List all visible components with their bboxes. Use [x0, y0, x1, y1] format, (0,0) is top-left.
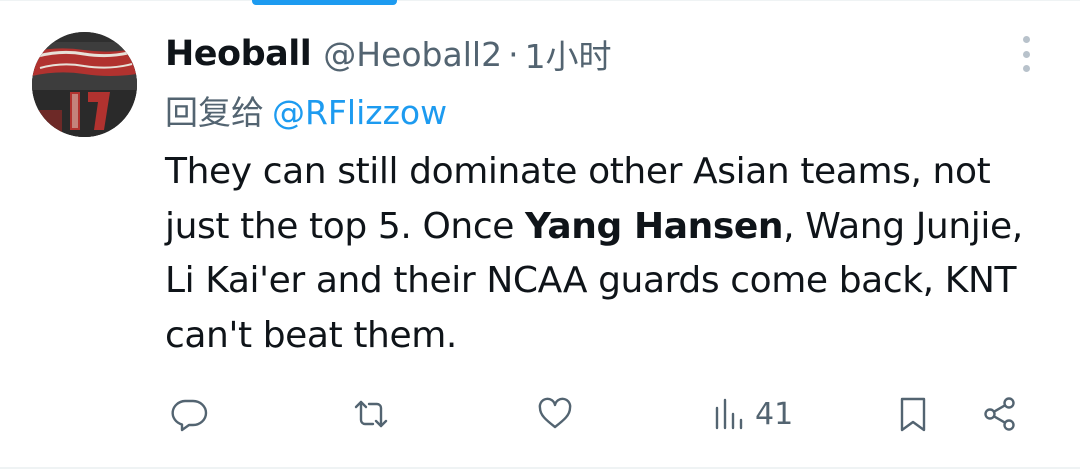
more-dot — [1022, 50, 1030, 58]
tweet-text-bold: Yang Hansen — [525, 205, 784, 247]
more-dot — [1022, 36, 1030, 43]
user-handle[interactable]: @Heoball2 — [323, 35, 502, 74]
tweet-text: They can still dominate other Asian team… — [165, 145, 1035, 363]
tweet[interactable]: Heoball @Heoball2 · 1小时 回复给 @RFlizzow The… — [0, 0, 1080, 475]
bookmark-icon — [900, 397, 926, 432]
bar-chart-icon — [715, 398, 743, 430]
like-button[interactable] — [535, 388, 575, 440]
share-icon — [984, 397, 1015, 431]
tweet-header: Heoball @Heoball2 · 1小时 — [165, 28, 612, 80]
separator-dot: · — [508, 34, 519, 74]
more-dot — [1022, 65, 1030, 72]
share-button[interactable] — [980, 388, 1020, 440]
avatar-image — [32, 32, 137, 137]
reply-context: 回复给 @RFlizzow — [165, 86, 447, 134]
views-button[interactable]: 41 — [711, 388, 793, 440]
retweet-button[interactable] — [351, 388, 391, 440]
retweet-icon — [354, 400, 388, 428]
bottom-divider — [0, 467, 1080, 469]
more-options-icon[interactable] — [1010, 36, 1042, 72]
reply-icon — [171, 399, 208, 432]
reply-prefix: 回复给 — [165, 93, 264, 132]
bookmark-button[interactable] — [893, 388, 933, 440]
heart-icon — [538, 397, 572, 429]
avatar[interactable] — [32, 32, 137, 137]
display-name[interactable]: Heoball — [165, 34, 312, 74]
top-divider — [0, 0, 1080, 1]
views-count: 41 — [755, 396, 794, 432]
timestamp[interactable]: 1小时 — [525, 30, 612, 78]
reply-mention-link[interactable]: @RFlizzow — [272, 93, 447, 132]
reply-button[interactable] — [169, 388, 209, 440]
action-bar: 41 — [165, 388, 1035, 440]
active-tab-indicator — [252, 0, 397, 5]
